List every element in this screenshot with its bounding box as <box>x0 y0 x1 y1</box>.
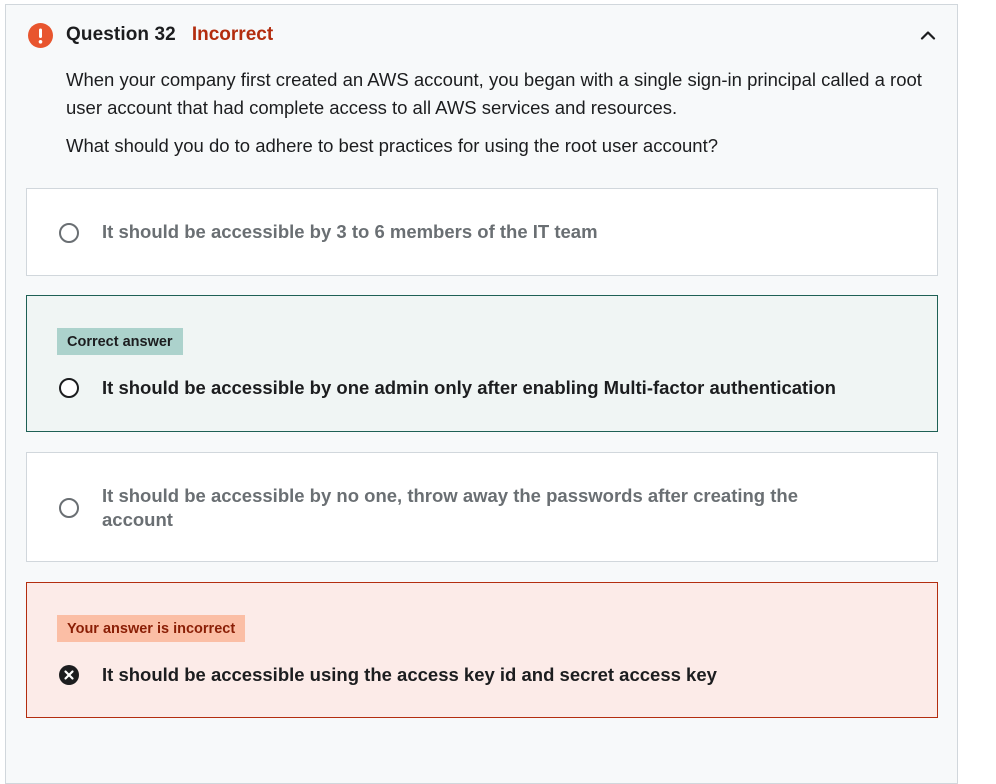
answer-option-text: It should be accessible by no one, throw… <box>102 485 798 530</box>
question-number: Question 32 <box>66 24 176 45</box>
radio-button[interactable] <box>59 378 79 398</box>
radio-button[interactable] <box>59 223 79 243</box>
alert-circle-icon <box>28 22 53 48</box>
question-body: When your company first created an AWS a… <box>66 66 956 160</box>
answer-option-text: It should be accessible using the access… <box>102 664 717 685</box>
chevron-up-icon <box>920 31 936 40</box>
answer-option-1[interactable]: It should be accessible by 3 to 6 member… <box>26 188 938 276</box>
correct-answer-badge: Correct answer <box>57 328 183 355</box>
answer-option-2-correct[interactable]: Correct answer It should be accessible b… <box>26 295 938 432</box>
question-status: Incorrect <box>191 24 274 45</box>
answer-option-3[interactable]: It should be accessible by no one, throw… <box>26 452 938 562</box>
answer-option-text: It should be accessible by one admin onl… <box>102 377 836 398</box>
answer-option-text: It should be accessible by 3 to 6 member… <box>102 221 598 242</box>
question-text: When your company first created an AWS a… <box>66 69 922 118</box>
collapse-button[interactable] <box>914 24 942 46</box>
x-circle-icon <box>59 665 79 685</box>
answer-option-4-selected-incorrect[interactable]: Your answer is incorrect It should be ac… <box>26 582 938 718</box>
question-header: Question 32 Incorrect <box>28 22 273 48</box>
radio-button[interactable] <box>59 498 79 518</box>
incorrect-answer-badge: Your answer is incorrect <box>57 615 246 642</box>
question-prompt: What should you do to adhere to best pra… <box>66 135 718 156</box>
